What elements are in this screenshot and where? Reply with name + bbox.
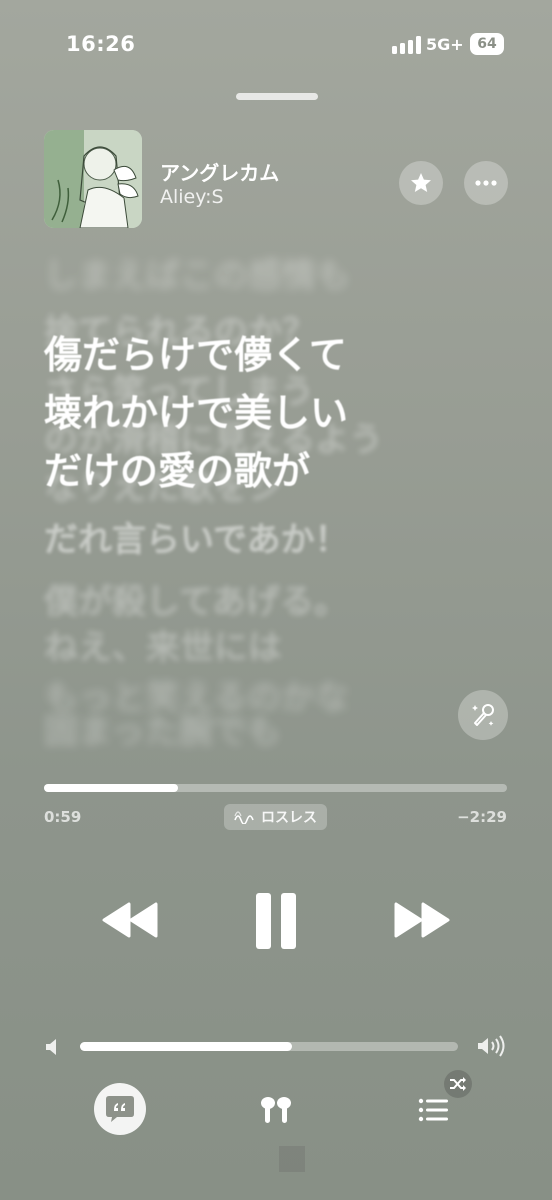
lossless-badge[interactable]: ロスレス	[224, 804, 327, 830]
quote-bubble-icon	[106, 1096, 134, 1122]
lyric-line: 固まった腕でも	[44, 712, 281, 752]
lyric-line: ねえ、来世には	[44, 628, 282, 668]
audio-output-button[interactable]	[252, 1090, 300, 1130]
album-artwork[interactable]	[44, 130, 142, 228]
speaker-low-icon	[46, 1039, 56, 1055]
ellipsis-icon	[475, 180, 497, 186]
lossless-label: ロスレス	[261, 810, 317, 826]
more-options-button[interactable]	[464, 161, 508, 205]
volume-high-indicator	[476, 1034, 506, 1062]
pause-icon	[256, 893, 296, 949]
favorite-button[interactable]	[399, 161, 443, 205]
shuffle-icon	[450, 1077, 466, 1091]
rewind-icon	[102, 902, 158, 938]
cellular-signal-icon	[392, 36, 422, 54]
playing-next-button[interactable]	[412, 1090, 456, 1130]
sing-button[interactable]	[458, 690, 508, 740]
fast-forward-icon	[394, 902, 450, 938]
active-lyric-line[interactable]: 壊れかけで美しい	[44, 384, 348, 442]
airpods-icon	[261, 1097, 291, 1123]
shuffle-badge	[444, 1070, 472, 1098]
sheet-grabber[interactable]	[236, 93, 318, 100]
song-title: アングレカム	[160, 161, 280, 185]
network-type: 5G+	[426, 35, 464, 54]
microphone-sparkle-icon	[472, 704, 494, 726]
volume-low-indicator	[44, 1036, 64, 1062]
fast-forward-button[interactable]	[390, 895, 454, 945]
active-lyric-line[interactable]: だけの愛の歌が	[44, 442, 310, 500]
status-time: 16:26	[66, 32, 136, 56]
active-lyric-line[interactable]: 傷だらけで儚くて	[44, 326, 347, 384]
lyric-line: だれ言らいであか！	[44, 520, 349, 560]
playback-progress-fill	[44, 784, 179, 792]
lyric-line: 僕が殺してあげる。	[44, 582, 348, 622]
lyric-line: しまえばこの感情も	[44, 256, 350, 296]
home-indicator	[279, 1146, 305, 1172]
lossless-wave-icon	[234, 811, 254, 824]
list-icon	[418, 1098, 448, 1122]
battery-icon: 64	[470, 33, 504, 55]
rewind-button[interactable]	[98, 895, 162, 945]
speaker-high-icon	[478, 1035, 505, 1057]
star-icon	[411, 173, 431, 192]
pause-button[interactable]	[246, 886, 306, 956]
volume-slider-fill	[80, 1042, 292, 1051]
remaining-time: −2:29	[457, 808, 507, 826]
elapsed-time: 0:59	[44, 808, 82, 826]
lyrics-button[interactable]	[94, 1083, 146, 1135]
artist-name[interactable]: Aliey:S	[160, 186, 224, 208]
